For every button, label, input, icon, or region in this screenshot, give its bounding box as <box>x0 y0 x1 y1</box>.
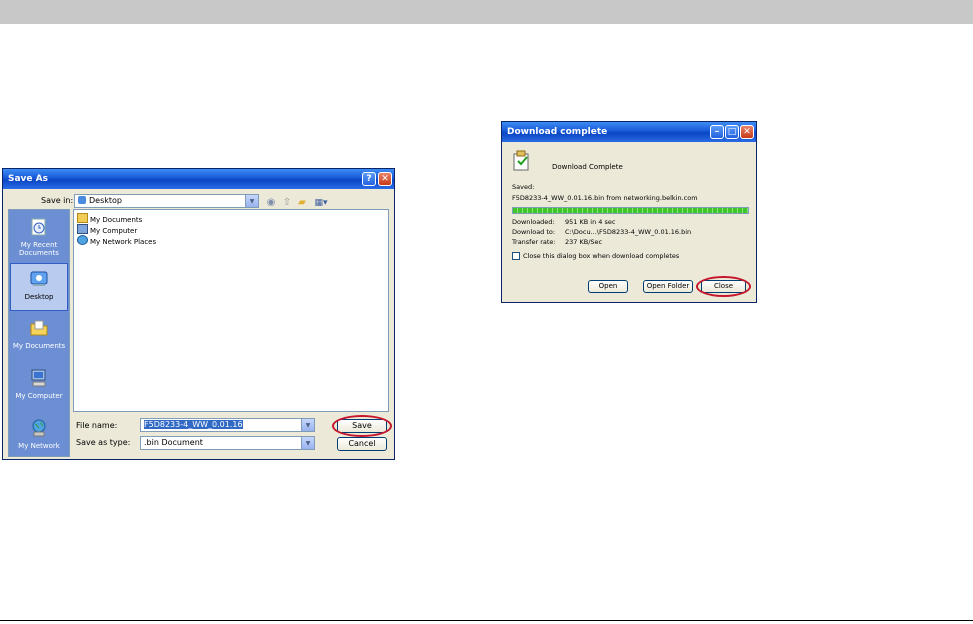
place-label: My Documents <box>12 342 66 350</box>
place-label: My Network <box>18 442 60 450</box>
saved-value: F5D8233-4_WW_0.01.16.bin from networking… <box>512 194 698 202</box>
save-in-dropdown[interactable]: Desktop ▼ <box>74 194 259 208</box>
place-label: My Recent Documents <box>19 241 59 257</box>
download-title: Download complete <box>507 127 608 137</box>
page-header-bar <box>0 0 973 24</box>
chevron-down-icon[interactable]: ▼ <box>301 419 314 431</box>
downloaded-label: Downloaded: <box>512 218 555 226</box>
transfer-rate-value: 237 KB/Sec <box>565 238 603 246</box>
close-highlight-ring <box>696 276 751 297</box>
progress-fill <box>513 208 748 213</box>
file-name-input[interactable]: F5D8233-4_WW_0.01.16 ▼ <box>140 418 315 432</box>
desktop-small-icon <box>78 196 86 204</box>
my-computer-icon <box>31 369 46 387</box>
place-my-network[interactable]: My Network <box>10 413 68 461</box>
file-name-label: File name: <box>76 421 118 430</box>
download-progress-bar <box>512 207 749 214</box>
help-button[interactable]: ? <box>362 172 376 186</box>
minimize-button[interactable]: – <box>710 125 724 139</box>
list-item[interactable]: My Documents <box>77 213 142 224</box>
download-to-value: C:\Docu...\F5D8233-4_WW_0.01.16.bin <box>565 228 692 236</box>
download-heading: Download Complete <box>552 163 623 171</box>
close-window-button[interactable]: ✕ <box>740 125 754 139</box>
network-icon <box>77 235 88 245</box>
save-in-value: Desktop <box>89 196 122 205</box>
places-bar: My Recent Documents Desktop My Documents… <box>8 209 70 457</box>
my-documents-icon <box>30 320 48 336</box>
transfer-rate-label: Transfer rate: <box>512 238 556 246</box>
place-desktop[interactable]: Desktop <box>10 263 68 311</box>
chevron-down-icon[interactable]: ▼ <box>245 195 258 207</box>
new-folder-icon[interactable]: ▰ <box>296 197 308 209</box>
save-type-label: Save as type: <box>76 438 131 447</box>
maximize-button[interactable]: □ <box>725 125 739 139</box>
list-item[interactable]: My Computer <box>77 224 137 235</box>
save-as-dialog: Save As ? ✕ Save in: Desktop ▼ ◉ ⇧ ▰ ▦▾ … <box>2 168 395 460</box>
list-item[interactable]: My Network Places <box>77 235 156 246</box>
download-complete-icon <box>513 150 529 171</box>
open-button[interactable]: Open <box>588 280 628 293</box>
chevron-down-icon[interactable]: ▼ <box>301 437 314 449</box>
views-menu-icon[interactable]: ▦▾ <box>312 197 330 209</box>
download-to-label: Download to: <box>512 228 556 236</box>
checkbox-label: Close this dialog box when download comp… <box>523 252 680 260</box>
close-button[interactable]: ✕ <box>378 172 392 186</box>
place-my-documents[interactable]: My Documents <box>10 313 68 361</box>
folder-icon <box>77 213 88 223</box>
my-network-icon <box>32 419 46 437</box>
cancel-button[interactable]: Cancel <box>337 437 387 451</box>
bottom-divider <box>0 620 973 621</box>
save-in-label: Save in: <box>41 196 74 205</box>
place-my-computer[interactable]: My Computer <box>10 363 68 411</box>
back-icon[interactable]: ◉ <box>265 197 277 209</box>
up-folder-icon[interactable]: ⇧ <box>281 197 293 209</box>
save-as-title: Save As <box>8 174 48 184</box>
save-type-dropdown[interactable]: .bin Document ▼ <box>140 436 315 450</box>
place-recent-documents[interactable]: My Recent Documents <box>10 212 68 260</box>
file-list[interactable]: My Documents My Computer My Network Plac… <box>73 209 389 412</box>
close-when-complete-checkbox[interactable] <box>512 252 520 260</box>
desktop-icon <box>30 271 48 286</box>
downloaded-value: 951 KB in 4 sec <box>565 218 616 226</box>
download-complete-dialog: Download complete – □ ✕ Download Complet… <box>501 121 757 303</box>
save-type-value: .bin Document <box>144 438 203 447</box>
saved-label: Saved: <box>512 183 535 191</box>
place-label: My Computer <box>15 392 63 400</box>
save-highlight-ring <box>332 415 392 437</box>
computer-icon <box>77 224 88 234</box>
file-name-value: F5D8233-4_WW_0.01.16 <box>144 420 243 429</box>
save-as-title-bar[interactable]: Save As <box>3 169 394 189</box>
place-label: Desktop <box>24 293 54 301</box>
recent-documents-icon <box>31 218 46 236</box>
open-folder-button[interactable]: Open Folder <box>643 280 693 293</box>
